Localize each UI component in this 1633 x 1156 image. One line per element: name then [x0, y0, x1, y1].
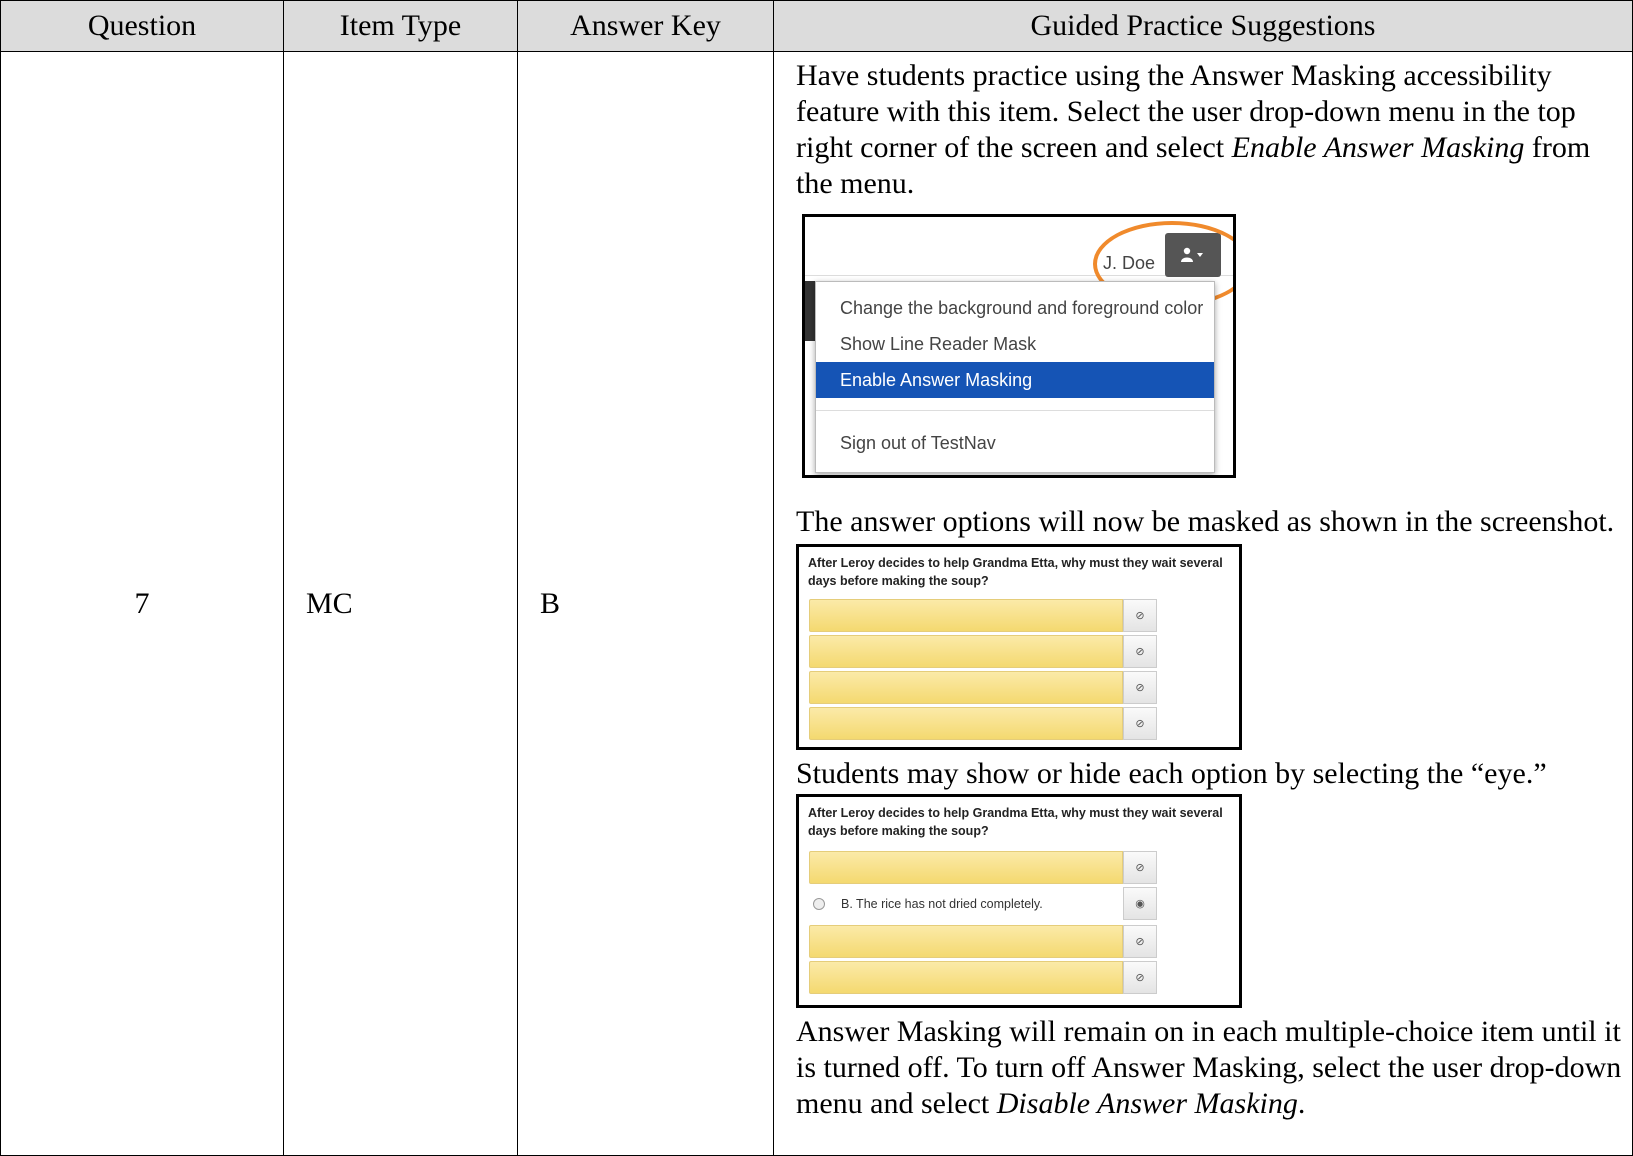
header-guided-practice: Guided Practice Suggestions — [773, 0, 1633, 52]
masked-option[interactable]: ⊘ — [809, 707, 1157, 740]
user-menu-screenshot: J. Doe Change the background and foregro… — [802, 214, 1236, 478]
item-type: MC — [283, 51, 518, 1156]
option-mask[interactable] — [809, 599, 1123, 632]
masked-option[interactable]: ⊘ — [809, 925, 1157, 958]
masked-option[interactable]: ⊘ — [809, 599, 1157, 632]
eye-slash-icon[interactable]: ⊘ — [1123, 925, 1157, 958]
option-mask[interactable] — [809, 961, 1123, 994]
masked-option[interactable]: ⊘ — [809, 851, 1157, 884]
option-mask[interactable] — [809, 635, 1123, 668]
eye-slash-icon[interactable]: ⊘ — [1123, 599, 1157, 632]
disable-answer-masking-emphasis: Disable Answer Masking — [996, 1087, 1298, 1120]
masked-options-screenshot: After Leroy decides to help Grandma Etta… — [796, 544, 1242, 750]
masked-option[interactable]: ⊘ — [809, 671, 1157, 704]
revealed-option-screenshot: After Leroy decides to help Grandma Etta… — [796, 794, 1242, 1008]
option-mask[interactable] — [809, 925, 1123, 958]
masked-option[interactable]: ⊘ — [809, 961, 1157, 994]
menu-item-sign-out[interactable]: Sign out of TestNav — [816, 425, 1214, 461]
option-text: B. The rice has not dried completely. — [841, 896, 1043, 911]
radio-button[interactable] — [813, 897, 825, 910]
masked-option[interactable]: ⊘ — [809, 635, 1157, 668]
eye-slash-icon[interactable]: ⊘ — [1123, 671, 1157, 704]
option-mask[interactable] — [809, 851, 1123, 884]
header-item-type: Item Type — [283, 0, 518, 52]
eye-slash-icon[interactable]: ⊘ — [1123, 961, 1157, 994]
option-mask[interactable] — [809, 671, 1123, 704]
header-row: Question Item Type Answer Key Guided Pra… — [0, 0, 1633, 52]
question-text: After Leroy decides to help Grandma Etta… — [808, 556, 1223, 588]
eye-slash-icon[interactable]: ⊘ — [1123, 635, 1157, 668]
table-row: 7 MC B Have students practice using the … — [0, 51, 1633, 1156]
enable-answer-masking-emphasis: Enable Answer Masking — [1231, 131, 1525, 164]
menu-item-line-reader[interactable]: Show Line Reader Mask — [816, 326, 1214, 362]
option-mask[interactable] — [809, 707, 1123, 740]
guided-paragraph-enable: Have students practice using the Answer … — [796, 58, 1622, 202]
guided-paragraph-disable: Answer Masking will remain on in each mu… — [796, 1014, 1622, 1122]
question-text: After Leroy decides to help Grandma Etta… — [808, 806, 1223, 838]
eye-slash-icon[interactable]: ⊘ — [1123, 707, 1157, 740]
user-dropdown-menu: Change the background and foreground col… — [815, 281, 1215, 473]
guided-paragraph-masked: The answer options will now be masked as… — [796, 505, 1615, 538]
menu-item-enable-answer-masking[interactable]: Enable Answer Masking — [816, 362, 1214, 398]
eye-slash-icon[interactable]: ⊘ — [1123, 851, 1157, 884]
paragraph-text: . — [1297, 1087, 1306, 1120]
eye-icon[interactable]: ◉ — [1123, 887, 1157, 920]
answer-key-table: Question Item Type Answer Key Guided Pra… — [0, 0, 1633, 1156]
guided-paragraph-eye: Students may show or hide each option by… — [796, 757, 1547, 790]
screenshot-left-bar — [805, 281, 815, 341]
guided-practice-cell: Have students practice using the Answer … — [773, 51, 1633, 1156]
header-question: Question — [0, 0, 284, 52]
answer-key: B — [517, 51, 774, 1156]
revealed-option[interactable]: B. The rice has not dried completely. ◉ — [809, 887, 1157, 920]
header-answer-key: Answer Key — [517, 0, 774, 52]
question-number: 7 — [0, 51, 284, 1156]
menu-divider — [816, 410, 1214, 411]
menu-item-color[interactable]: Change the background and foreground col… — [816, 290, 1214, 326]
